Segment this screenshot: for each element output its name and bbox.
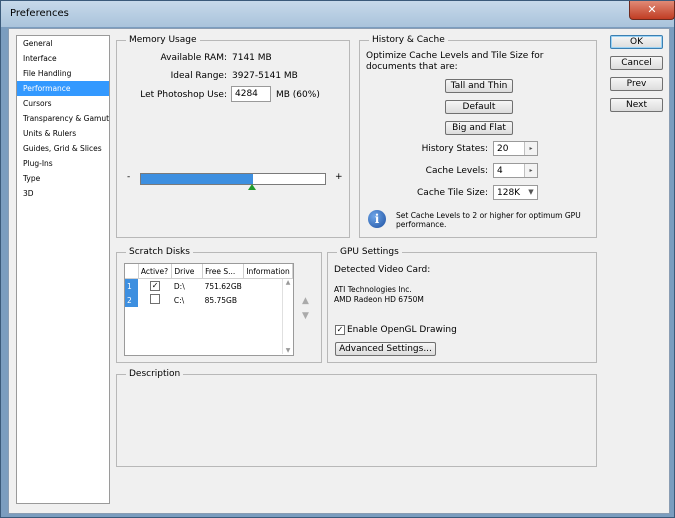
history-states-label: History States: bbox=[421, 144, 488, 154]
nav-item-transparency-gamut[interactable]: Transparency & Gamut bbox=[17, 111, 109, 126]
photoshop-use-label: Let Photoshop Use: bbox=[140, 90, 227, 100]
close-icon: ✕ bbox=[647, 3, 657, 16]
move-down-icon[interactable]: ▼ bbox=[302, 311, 309, 321]
memory-slider-thumb[interactable] bbox=[247, 184, 256, 190]
cache-info-text: Set Cache Levels to 2 or higher for opti… bbox=[396, 211, 581, 229]
scroll-up-icon[interactable]: ▲ bbox=[283, 279, 293, 286]
history-cache-group: History & Cache Optimize Cache Levels an… bbox=[359, 35, 597, 238]
memory-slider-fill bbox=[141, 174, 253, 184]
category-list: General Interface File Handling Performa… bbox=[16, 35, 110, 504]
info-icon: i bbox=[368, 210, 386, 228]
table-row[interactable]: 1 ✓ D:\ 751.62GB bbox=[125, 278, 293, 293]
scratch-disk-active-checkbox[interactable]: ✓ bbox=[150, 281, 161, 291]
nav-item-interface[interactable]: Interface bbox=[17, 51, 109, 66]
gpu-settings-title: GPU Settings bbox=[337, 247, 402, 257]
cache-tile-size-label: Cache Tile Size: bbox=[417, 188, 488, 198]
scratch-disks-table: Active? Drive Free S... Information 1 ✓ … bbox=[124, 263, 294, 356]
tall-and-thin-button[interactable]: Tall and Thin bbox=[445, 79, 513, 93]
history-states-stepper[interactable]: 20 ▸ bbox=[493, 141, 538, 156]
ok-button[interactable]: OK bbox=[610, 35, 663, 49]
chevron-down-icon[interactable]: ▼ bbox=[525, 186, 537, 199]
history-states-value: 20 bbox=[497, 144, 509, 154]
nav-item-general[interactable]: General bbox=[17, 36, 109, 51]
cache-levels-stepper[interactable]: 4 ▸ bbox=[493, 163, 538, 178]
video-card-model: AMD Radeon HD 6750M bbox=[334, 295, 424, 304]
row-number: 2 bbox=[125, 293, 139, 307]
gpu-settings-group: GPU Settings Detected Video Card: ATI Te… bbox=[327, 247, 597, 363]
title-bar[interactable]: Preferences ✕ bbox=[1, 1, 675, 27]
nav-item-type[interactable]: Type bbox=[17, 171, 109, 186]
slider-minus-icon: - bbox=[127, 172, 131, 182]
slider-plus-icon: + bbox=[335, 172, 343, 182]
nav-item-3d[interactable]: 3D bbox=[17, 186, 109, 201]
next-button[interactable]: Next bbox=[610, 98, 663, 112]
stepper-arrow-icon[interactable]: ▸ bbox=[524, 142, 537, 155]
nav-item-cursors[interactable]: Cursors bbox=[17, 96, 109, 111]
big-and-flat-button[interactable]: Big and Flat bbox=[445, 121, 513, 135]
nav-item-units-rulers[interactable]: Units & Rulers bbox=[17, 126, 109, 141]
advanced-settings-button[interactable]: Advanced Settings... bbox=[335, 342, 436, 356]
default-button[interactable]: Default bbox=[445, 100, 513, 114]
scratch-disk-active-checkbox[interactable] bbox=[150, 294, 161, 304]
memory-slider-track[interactable] bbox=[140, 173, 326, 185]
nav-item-performance[interactable]: Performance bbox=[17, 81, 109, 96]
ideal-range-label: Ideal Range: bbox=[170, 71, 227, 81]
column-header-active[interactable]: Active? bbox=[138, 264, 173, 279]
column-header-information[interactable]: Information bbox=[243, 264, 293, 279]
free-space-cell: 85.75GB bbox=[204, 295, 238, 305]
nav-item-guides-grid-slices[interactable]: Guides, Grid & Slices bbox=[17, 141, 109, 156]
prev-button[interactable]: Prev bbox=[610, 77, 663, 91]
drive-cell: C:\ bbox=[173, 295, 185, 305]
column-header-drive[interactable]: Drive bbox=[171, 264, 204, 279]
free-space-cell: 751.62GB bbox=[204, 281, 242, 291]
cache-levels-label: Cache Levels: bbox=[425, 166, 488, 176]
column-header-free-space[interactable]: Free S... bbox=[202, 264, 245, 279]
stepper-arrow-icon[interactable]: ▸ bbox=[524, 164, 537, 177]
scratch-disks-group: Scratch Disks Active? Drive Free S... In… bbox=[116, 247, 322, 363]
photoshop-use-unit: MB (60%) bbox=[276, 90, 320, 100]
photoshop-use-input[interactable]: 4284 bbox=[231, 86, 271, 102]
drive-cell: D:\ bbox=[173, 281, 185, 291]
scratch-disks-title: Scratch Disks bbox=[126, 247, 193, 257]
available-ram-value: 7141 MB bbox=[232, 53, 272, 63]
detected-video-card-label: Detected Video Card: bbox=[334, 265, 431, 275]
table-scrollbar[interactable]: ▲ ▼ bbox=[282, 279, 293, 354]
cache-levels-value: 4 bbox=[497, 166, 503, 176]
cache-tile-size-value: 128K bbox=[497, 188, 521, 198]
close-button[interactable]: ✕ bbox=[629, 1, 675, 20]
cache-tile-size-select[interactable]: 128K ▼ bbox=[493, 185, 538, 200]
description-title: Description bbox=[126, 369, 184, 379]
optimize-description: Optimize Cache Levels and Tile Size for … bbox=[366, 51, 544, 72]
preferences-window: Preferences ✕ General Interface File Han… bbox=[0, 0, 675, 518]
nav-item-file-handling[interactable]: File Handling bbox=[17, 66, 109, 81]
video-card-vendor: ATI Technologies Inc. bbox=[334, 285, 412, 294]
enable-opengl-checkbox[interactable]: ✓ bbox=[335, 325, 345, 335]
nav-item-plug-ins[interactable]: Plug-Ins bbox=[17, 156, 109, 171]
memory-usage-group: Memory Usage Available RAM: 7141 MB Idea… bbox=[116, 35, 350, 238]
available-ram-label: Available RAM: bbox=[160, 53, 227, 63]
row-number: 1 bbox=[125, 278, 139, 293]
description-group: Description bbox=[116, 369, 597, 467]
enable-opengl-label[interactable]: Enable OpenGL Drawing bbox=[347, 325, 457, 335]
table-row[interactable]: 2 C:\ 85.75GB bbox=[125, 293, 293, 307]
dialog-body: General Interface File Handling Performa… bbox=[8, 28, 670, 514]
move-up-icon[interactable]: ▲ bbox=[302, 296, 309, 306]
cancel-button[interactable]: Cancel bbox=[610, 56, 663, 70]
scroll-down-icon[interactable]: ▼ bbox=[283, 347, 293, 354]
window-title: Preferences bbox=[10, 8, 69, 19]
ideal-range-value: 3927-5141 MB bbox=[232, 71, 298, 81]
history-cache-title: History & Cache bbox=[369, 35, 448, 45]
memory-usage-title: Memory Usage bbox=[126, 35, 200, 45]
